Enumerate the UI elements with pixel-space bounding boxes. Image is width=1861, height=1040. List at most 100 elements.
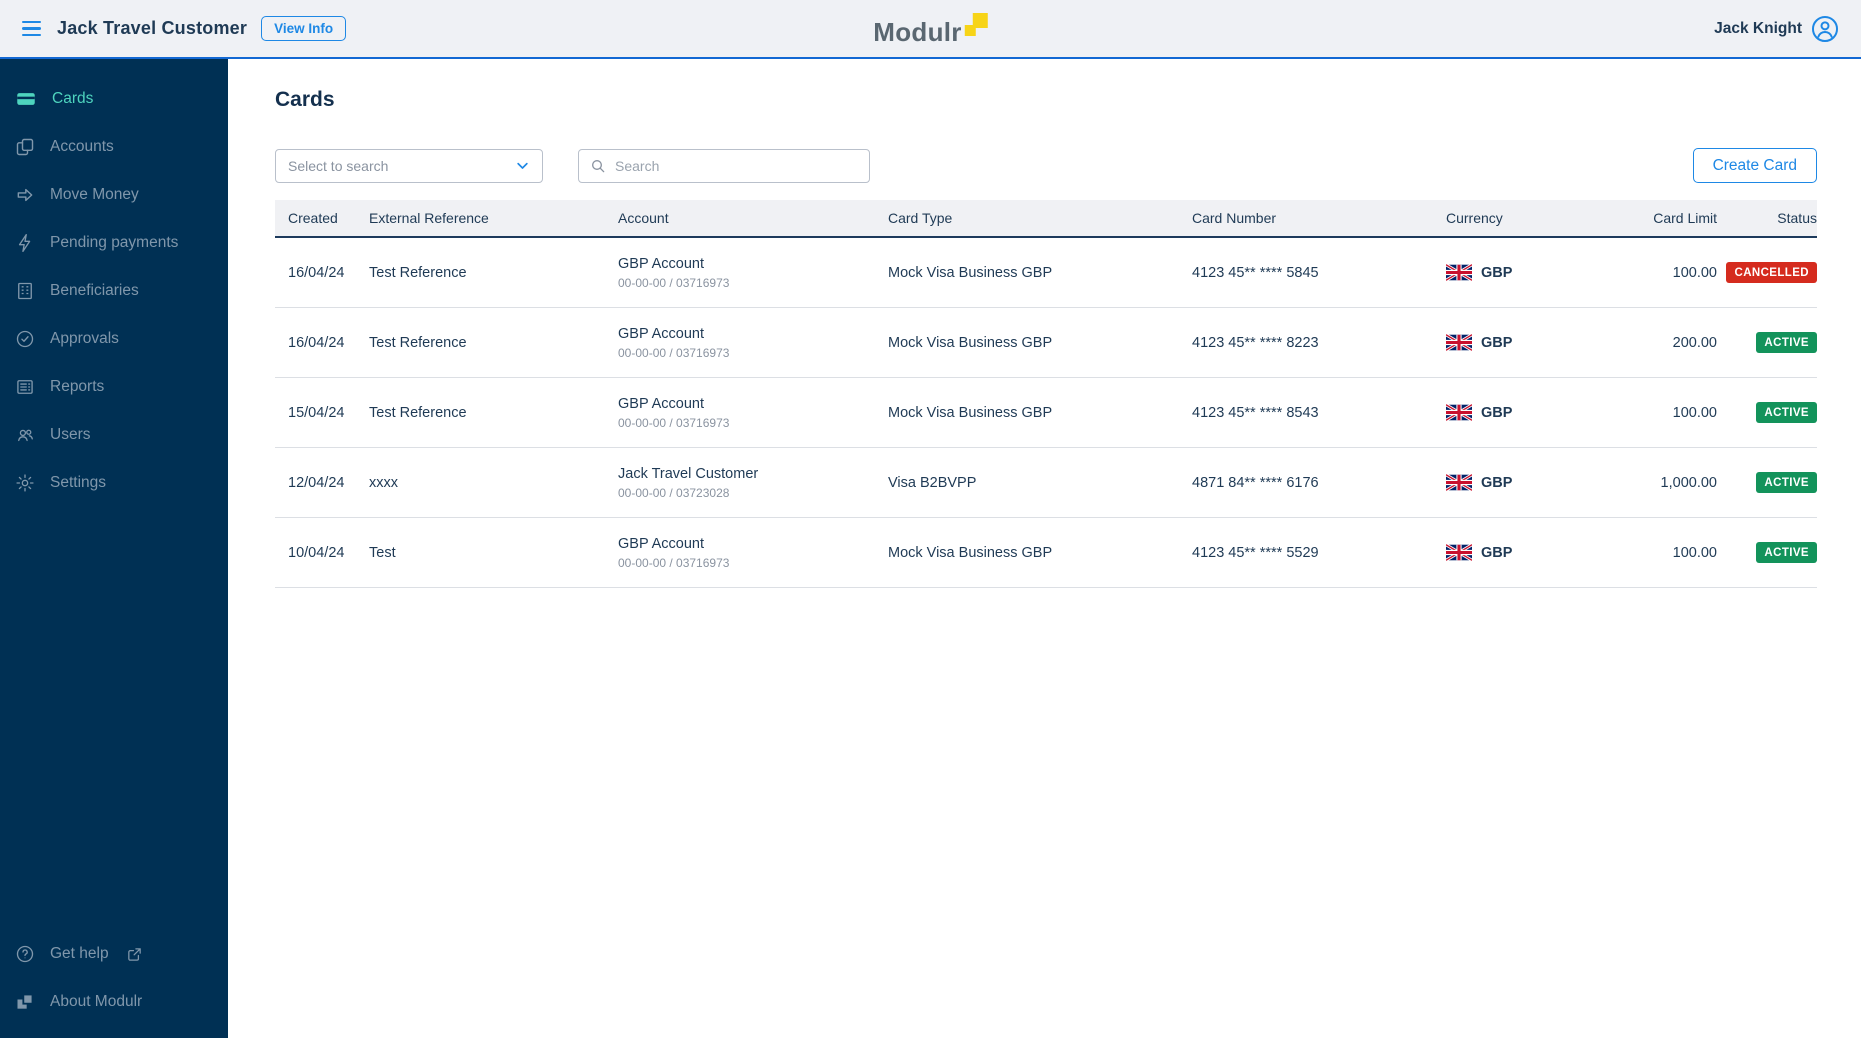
col-card-limit: Card Limit xyxy=(1653,210,1717,226)
table-row[interactable]: 15/04/24 Test Reference GBP Account 00-0… xyxy=(275,378,1817,448)
account-name: GBP Account xyxy=(618,395,704,412)
cell-account: GBP Account 00-00-00 / 03716973 xyxy=(618,325,888,360)
cell-created: 12/04/24 xyxy=(288,474,345,491)
sidebar-item-accounts[interactable]: Accounts xyxy=(0,123,228,171)
sidebar-item-label: About Modulr xyxy=(50,993,143,1010)
account-detail: 00-00-00 / 03723028 xyxy=(618,486,730,501)
account-name: GBP Account xyxy=(618,255,704,272)
uk-flag-icon xyxy=(1446,542,1472,563)
sidebar: Cards Accounts Move Money Pending paymen… xyxy=(0,59,228,1038)
col-card-number: Card Number xyxy=(1192,210,1277,226)
status-badge: ACTIVE xyxy=(1756,472,1817,493)
cell-card-type: Mock Visa Business GBP xyxy=(888,334,1053,351)
sidebar-item-get-help[interactable]: Get help xyxy=(0,930,228,978)
cell-status: ACTIVE xyxy=(1717,472,1817,493)
search-input[interactable] xyxy=(615,157,858,174)
sidebar-item-move-money[interactable]: Move Money xyxy=(0,171,228,219)
search-box[interactable] xyxy=(578,148,870,183)
sidebar-item-users[interactable]: Users xyxy=(0,411,228,459)
col-card-type: Card Type xyxy=(888,210,953,226)
search-field-select[interactable]: Select to search xyxy=(275,148,543,183)
account-name: GBP Account xyxy=(618,535,704,552)
create-card-button[interactable]: Create Card xyxy=(1692,148,1817,183)
cell-account: GBP Account 00-00-00 / 03716973 xyxy=(618,535,888,570)
cell-external-reference: Test Reference xyxy=(369,404,467,421)
cell-card-limit: 100.00 xyxy=(1672,544,1717,561)
cards-table: Created External Reference Account Card … xyxy=(275,200,1817,588)
modulr-logo-text: Modulr xyxy=(873,16,962,47)
cell-card-limit: 100.00 xyxy=(1672,404,1717,421)
user-avatar-icon[interactable] xyxy=(1811,15,1839,43)
cell-account: GBP Account 00-00-00 / 03716973 xyxy=(618,395,888,430)
arrow-right-icon xyxy=(15,185,35,205)
user-menu[interactable]: Jack Knight xyxy=(1714,15,1839,43)
cell-account: Jack Travel Customer 00-00-00 / 03723028 xyxy=(618,465,888,500)
cell-card-number: 4123 45** **** 5529 xyxy=(1192,544,1319,561)
chevron-down-icon xyxy=(515,158,530,173)
account-detail: 00-00-00 / 03716973 xyxy=(618,416,730,431)
accounts-icon xyxy=(15,137,35,157)
col-account: Account xyxy=(618,210,669,226)
sidebar-item-settings[interactable]: Settings xyxy=(0,459,228,507)
modulr-squares-icon xyxy=(15,992,35,1012)
sidebar-item-beneficiaries[interactable]: Beneficiaries xyxy=(0,267,228,315)
sidebar-item-label: Pending payments xyxy=(50,234,179,251)
table-row[interactable]: 10/04/24 Test GBP Account 00-00-00 / 037… xyxy=(275,518,1817,588)
sidebar-item-cards[interactable]: Cards xyxy=(0,75,228,123)
external-link-icon xyxy=(126,946,143,963)
sidebar-item-label: Get help xyxy=(50,945,109,962)
sidebar-item-pending-payments[interactable]: Pending payments xyxy=(0,219,228,267)
sidebar-item-about-modulr[interactable]: About Modulr xyxy=(0,978,228,1026)
top-header: Jack Travel Customer View Info Modulr Ja… xyxy=(0,0,1861,59)
building-grid-icon xyxy=(15,281,35,301)
status-badge: ACTIVE xyxy=(1756,402,1817,423)
check-circle-icon xyxy=(15,329,35,349)
sidebar-item-label: Beneficiaries xyxy=(50,282,139,299)
card-icon xyxy=(15,89,37,109)
modulr-logo: Modulr xyxy=(873,12,988,47)
cell-account: GBP Account 00-00-00 / 03716973 xyxy=(618,255,888,290)
account-detail: 00-00-00 / 03716973 xyxy=(618,346,730,361)
cell-card-type: Mock Visa Business GBP xyxy=(888,264,1053,281)
sidebar-item-approvals[interactable]: Approvals xyxy=(0,315,228,363)
user-name: Jack Knight xyxy=(1714,19,1802,37)
cell-card-type: Mock Visa Business GBP xyxy=(888,544,1053,561)
account-name: GBP Account xyxy=(618,325,704,342)
cell-currency: GBP xyxy=(1446,262,1606,283)
status-badge: ACTIVE xyxy=(1756,332,1817,353)
cell-card-number: 4871 84** **** 6176 xyxy=(1192,474,1319,491)
sidebar-item-label: Move Money xyxy=(50,186,139,203)
lightning-icon xyxy=(15,233,35,253)
sidebar-item-reports[interactable]: Reports xyxy=(0,363,228,411)
uk-flag-icon xyxy=(1446,332,1472,353)
main-content: Cards Select to search Create Card xyxy=(228,59,1861,1038)
cell-currency: GBP xyxy=(1446,542,1606,563)
currency-code: GBP xyxy=(1481,544,1513,561)
cell-status: ACTIVE xyxy=(1717,332,1817,353)
customer-name: Jack Travel Customer xyxy=(57,18,248,38)
cell-card-number: 4123 45** **** 8543 xyxy=(1192,404,1319,421)
table-row[interactable]: 16/04/24 Test Reference GBP Account 00-0… xyxy=(275,308,1817,378)
cell-card-limit: 1,000.00 xyxy=(1660,474,1717,491)
table-row[interactable]: 16/04/24 Test Reference GBP Account 00-0… xyxy=(275,238,1817,308)
hamburger-menu-icon[interactable] xyxy=(22,20,41,37)
cell-created: 10/04/24 xyxy=(288,544,345,561)
select-placeholder: Select to search xyxy=(288,157,389,174)
gear-icon xyxy=(15,473,35,493)
table-row[interactable]: 12/04/24 xxxx Jack Travel Customer 00-00… xyxy=(275,448,1817,518)
cell-card-limit: 200.00 xyxy=(1672,334,1717,351)
currency-code: GBP xyxy=(1481,334,1513,351)
cell-created: 15/04/24 xyxy=(288,404,345,421)
col-currency: Currency xyxy=(1446,210,1503,226)
view-info-button[interactable]: View Info xyxy=(261,16,347,41)
status-badge: ACTIVE xyxy=(1756,542,1817,563)
help-icon xyxy=(15,944,35,964)
currency-code: GBP xyxy=(1481,404,1513,421)
account-detail: 00-00-00 / 03716973 xyxy=(618,556,730,571)
cell-external-reference: Test Reference xyxy=(369,334,467,351)
account-detail: 00-00-00 / 03716973 xyxy=(618,276,730,291)
cell-card-limit: 100.00 xyxy=(1672,264,1717,281)
cell-card-type: Visa B2BVPP xyxy=(888,474,977,491)
col-status: Status xyxy=(1777,210,1817,226)
currency-code: GBP xyxy=(1481,264,1513,281)
